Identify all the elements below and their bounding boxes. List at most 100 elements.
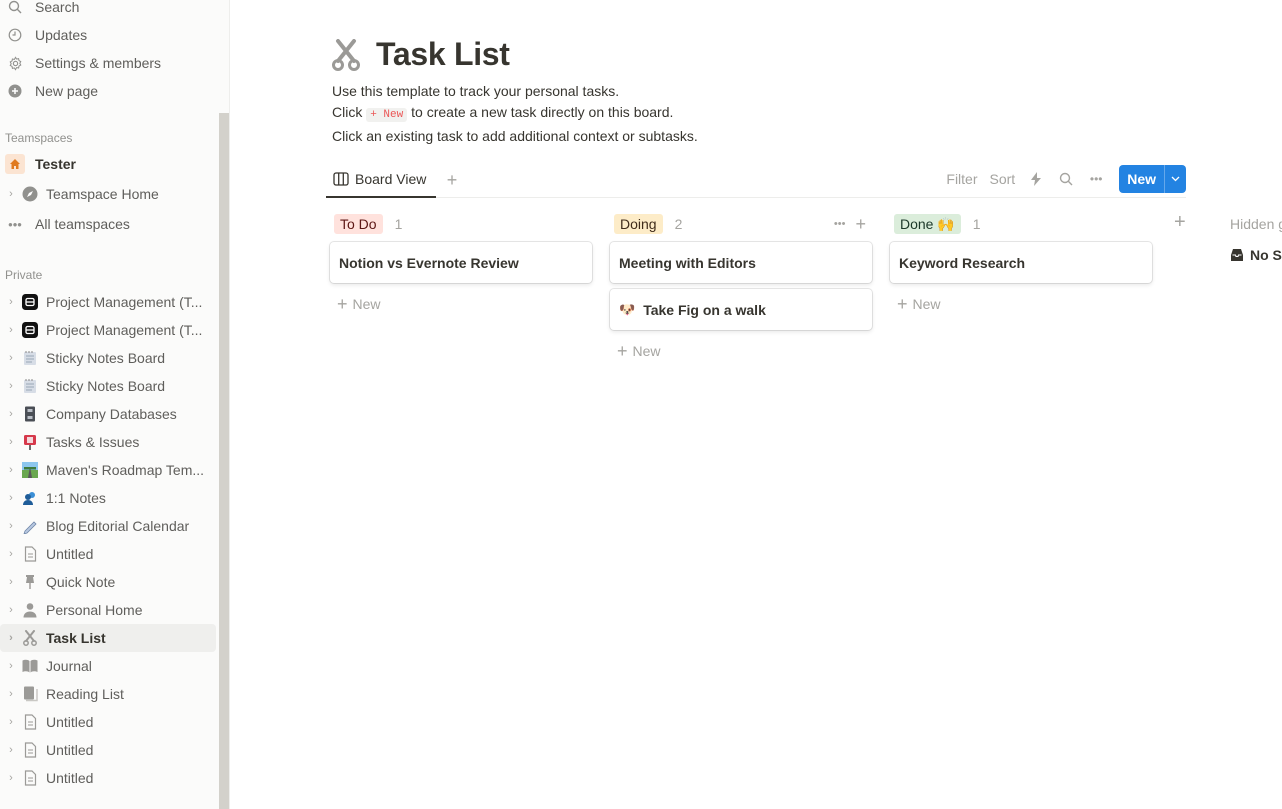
chevron-right-icon[interactable]: ›: [6, 520, 16, 532]
column-more-icon[interactable]: •••: [834, 218, 846, 230]
board-card[interactable]: 🐶 Take Fig on a walk: [610, 289, 872, 330]
sidebar-item-personal-home[interactable]: › Personal Home: [0, 596, 216, 624]
column-count: 1: [972, 216, 981, 232]
add-card-button[interactable]: + New: [890, 293, 1152, 315]
teamspace-home[interactable]: › Teamspace Home: [0, 180, 216, 208]
tab-label: Board View: [355, 171, 427, 187]
pen-icon: [22, 518, 38, 534]
board-card[interactable]: Meeting with Editors: [610, 242, 872, 283]
sidebar-item-label: Updates: [35, 27, 88, 43]
sidebar-search[interactable]: Search: [0, 0, 216, 21]
all-teamspaces[interactable]: ••• All teamspaces: [0, 210, 216, 238]
sidebar-item-label: Personal Home: [46, 602, 143, 618]
chevron-right-icon[interactable]: ›: [6, 576, 16, 588]
page-title[interactable]: Task List: [376, 36, 510, 73]
sort-button[interactable]: Sort: [984, 171, 1022, 187]
sidebar-item-sticky-notes-board[interactable]: › Sticky Notes Board: [0, 344, 216, 372]
chevron-right-icon[interactable]: ›: [6, 688, 16, 700]
sidebar-item-project-management-t[interactable]: › Project Management (T...: [0, 316, 216, 344]
sidebar-item-untitled[interactable]: › Untitled: [0, 736, 216, 764]
automation-icon[interactable]: [1021, 172, 1051, 186]
chevron-right-icon[interactable]: ›: [6, 352, 16, 364]
sidebar-item-reading-list[interactable]: › Reading List: [0, 680, 216, 708]
add-group-button[interactable]: +: [1174, 211, 1186, 234]
plus-icon: +: [337, 293, 348, 314]
sidebar-settings[interactable]: Settings & members: [0, 49, 216, 77]
teamspaces-header: Teamspaces: [5, 131, 73, 145]
sidebar-item-maven-s-roadmap-tem[interactable]: › Maven's Roadmap Tem...: [0, 456, 216, 484]
person-icon: [22, 602, 38, 618]
chevron-right-icon[interactable]: ›: [6, 660, 16, 672]
sidebar-item-quick-note[interactable]: › Quick Note: [0, 568, 216, 596]
column-add-icon[interactable]: +: [855, 214, 866, 235]
chevron-right-icon[interactable]: ›: [6, 380, 16, 392]
sidebar-item-blog-editorial-calendar[interactable]: › Blog Editorial Calendar: [0, 512, 216, 540]
sidebar-item-project-management-t[interactable]: › Project Management (T...: [0, 288, 216, 316]
board-card[interactable]: Keyword Research: [890, 242, 1152, 283]
sidebar-item-company-databases[interactable]: › Company Databases: [0, 400, 216, 428]
card-title: Meeting with Editors: [619, 254, 756, 271]
sidebar-item-task-list[interactable]: › Task List: [0, 624, 216, 652]
sidebar-scrollbar[interactable]: [219, 113, 229, 809]
chevron-right-icon[interactable]: ›: [6, 436, 16, 448]
chevron-right-icon[interactable]: ›: [6, 296, 16, 308]
add-view-button[interactable]: +: [441, 169, 463, 191]
description-text: Click: [332, 104, 363, 120]
chevron-right-icon[interactable]: ›: [6, 548, 16, 560]
sidebar-item-label: Untitled: [46, 546, 94, 562]
sidebar-item-1-1-notes[interactable]: › 1:1 Notes: [0, 484, 216, 512]
chevron-right-icon[interactable]: ›: [6, 324, 16, 336]
sidebar-new-page[interactable]: New page: [0, 77, 216, 105]
description-text: to create a new task directly on this bo…: [411, 104, 674, 120]
column-count: 2: [674, 216, 683, 232]
sidebar-item-label: Blog Editorial Calendar: [46, 518, 190, 534]
chevron-right-icon[interactable]: ›: [6, 632, 16, 644]
sidebar-item-sticky-notes-board[interactable]: › Sticky Notes Board: [0, 372, 216, 400]
search-icon[interactable]: [1051, 172, 1081, 186]
teamspace-tester[interactable]: Tester: [0, 150, 216, 178]
chevron-down-icon[interactable]: [1164, 165, 1186, 193]
column-count: 1: [394, 216, 403, 232]
chevron-right-icon[interactable]: ›: [6, 464, 16, 476]
pin-icon: [22, 574, 38, 590]
board-column: Doing 2 ••• + Meeting with Editors 🐶 Take Fig …: [610, 212, 872, 362]
sidebar-item-journal[interactable]: › Journal: [0, 652, 216, 680]
sidebar-item-untitled[interactable]: › Untitled: [0, 764, 216, 792]
chevron-right-icon[interactable]: ›: [6, 744, 16, 756]
chevron-right-icon[interactable]: ›: [6, 408, 16, 420]
sidebar-item-label: Quick Note: [46, 574, 116, 590]
status-badge[interactable]: To Do: [334, 214, 383, 234]
add-card-button[interactable]: + New: [330, 293, 592, 315]
document-icon: [22, 770, 38, 786]
card-title: Take Fig on a walk: [643, 301, 766, 318]
more-icon: •••: [8, 216, 22, 232]
chevron-right-icon[interactable]: ›: [6, 716, 16, 728]
tab-board-view[interactable]: Board View: [326, 162, 436, 198]
more-options-icon[interactable]: •••: [1081, 172, 1111, 186]
filter-button[interactable]: Filter: [940, 171, 983, 187]
status-badge[interactable]: Doing: [614, 214, 663, 234]
main-content: Task List Use this template to track you…: [231, 0, 1282, 809]
sidebar: Search Updates Settings & members New pa…: [0, 0, 230, 809]
chevron-right-icon[interactable]: ›: [6, 188, 16, 200]
hidden-group-no-status[interactable]: No Status: [1230, 247, 1282, 263]
add-card-button[interactable]: + New: [610, 340, 872, 362]
view-tabs: Board View + Filter Sort ••• New: [326, 162, 1186, 198]
sidebar-item-label: Maven's Roadmap Tem...: [46, 462, 205, 478]
scissors-icon[interactable]: [332, 38, 362, 72]
chevron-right-icon[interactable]: ›: [6, 772, 16, 784]
sidebar-item-untitled[interactable]: › Untitled: [0, 708, 216, 736]
new-button[interactable]: New: [1119, 165, 1164, 193]
sidebar-item-untitled[interactable]: › Untitled: [0, 540, 216, 568]
sidebar-item-label: Journal: [46, 658, 92, 674]
status-badge[interactable]: Done 🙌: [894, 214, 961, 234]
sidebar-item-label: New page: [35, 83, 99, 99]
chevron-right-icon[interactable]: ›: [6, 604, 16, 616]
dog-icon: 🐶: [619, 301, 636, 317]
board-card[interactable]: Notion vs Evernote Review: [330, 242, 592, 283]
sidebar-item-tasks-issues[interactable]: › Tasks & Issues: [0, 428, 216, 456]
no-status-label: No Status: [1250, 247, 1282, 263]
sidebar-updates[interactable]: Updates: [0, 21, 216, 49]
private-header: Private: [5, 268, 43, 282]
chevron-right-icon[interactable]: ›: [6, 492, 16, 504]
